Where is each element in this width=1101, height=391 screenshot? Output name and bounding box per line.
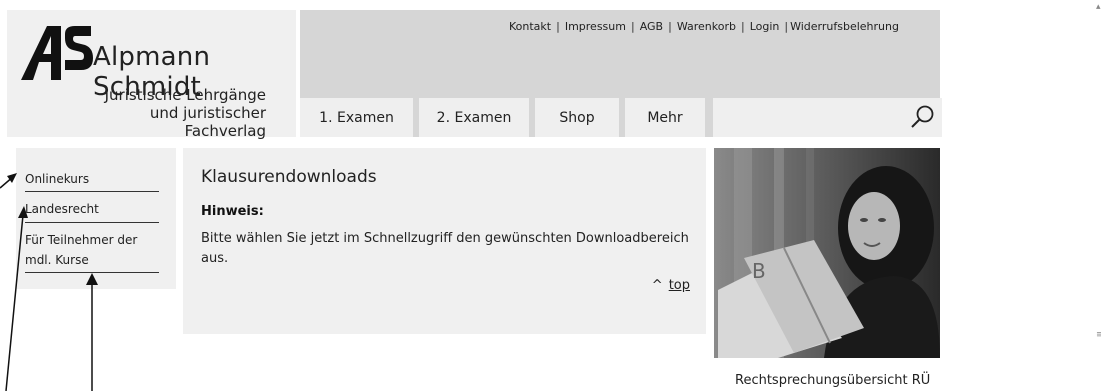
topnav-agb[interactable]: AGB — [640, 20, 663, 33]
top-navigation: Kontakt | Impressum | AGB | Warenkorb | Login | Wi… — [509, 20, 899, 33]
separator: | — [784, 20, 789, 33]
separator: | — [740, 20, 745, 33]
sidebar-item-landesrecht[interactable]: Landesrecht — [25, 199, 159, 223]
tab-shop[interactable]: Shop — [535, 98, 619, 137]
topnav-login[interactable]: Login — [750, 20, 780, 33]
tagline-line-1: Juristische Lehrgänge — [104, 86, 266, 104]
scrollbar-grip-icon[interactable]: ≡ — [1096, 330, 1101, 340]
search-input[interactable] — [713, 98, 903, 137]
tagline: Juristische Lehrgänge und juristischer F… — [88, 86, 266, 140]
as-logo-icon — [21, 26, 93, 80]
hint-label: Hinweis: — [201, 204, 264, 219]
tagline-line-2: und juristischer Fachverlag — [149, 104, 266, 140]
separator: | — [668, 20, 672, 33]
topnav-widerrufsbelehrung[interactable]: Widerrufsbelehrung — [790, 20, 899, 33]
separator: | — [630, 20, 635, 33]
topnav-impressum[interactable]: Impressum — [565, 20, 626, 33]
tab-1-examen[interactable]: 1. Examen — [300, 98, 413, 137]
sidebar-item-label-line-1: Für Teilnehmer der — [25, 233, 138, 247]
sidebar-item-teilnehmer[interactable]: Für Teilnehmer der mdl. Kurse — [25, 230, 159, 273]
top-link-label: top — [668, 278, 690, 293]
caret-up-icon: ^ — [651, 278, 663, 293]
separator: | — [556, 20, 560, 33]
back-to-top-link[interactable]: ^ top — [652, 278, 690, 293]
search-box — [713, 98, 942, 137]
logo-block[interactable]: Alpmann Schmidt Juristische Lehrgänge un… — [7, 10, 296, 140]
search-icon[interactable] — [910, 104, 936, 130]
topnav-kontakt[interactable]: Kontakt — [509, 20, 551, 33]
woman-reading-illustration: B — [714, 148, 940, 358]
sidebar-item-onlinekurs[interactable]: Onlinekurs — [25, 169, 159, 192]
content-panel: Klausurendownloads Hinweis: Bitte wählen… — [183, 148, 706, 334]
arrow-to-onlinekurs — [0, 173, 17, 189]
topnav-warenkorb[interactable]: Warenkorb — [677, 20, 736, 33]
scrollbar-up-icon[interactable]: ▴ — [1096, 2, 1101, 12]
book-cover-letter: B — [752, 259, 766, 283]
header-bar: Kontakt | Impressum | AGB | Warenkorb | Login | Wi… — [300, 10, 942, 137]
tab-mehr[interactable]: Mehr — [625, 98, 705, 137]
tab-2-examen[interactable]: 2. Examen — [419, 98, 529, 137]
arrow-to-mdl-kurse — [86, 273, 98, 391]
sidebar-menu: Onlinekurs Landesrecht Für Teilnehmer de… — [16, 148, 176, 289]
main-tabs: 1. Examen 2. Examen Shop Mehr — [300, 98, 942, 137]
promo-image[interactable]: B — [714, 148, 940, 358]
promo-caption[interactable]: Rechtsprechungsübersicht RÜ — [735, 373, 930, 388]
page-title: Klausurendownloads — [201, 167, 377, 187]
hint-text: Bitte wählen Sie jetzt im Schnellzugriff… — [201, 231, 689, 266]
sidebar-item-label-line-2: mdl. Kurse — [25, 253, 89, 267]
